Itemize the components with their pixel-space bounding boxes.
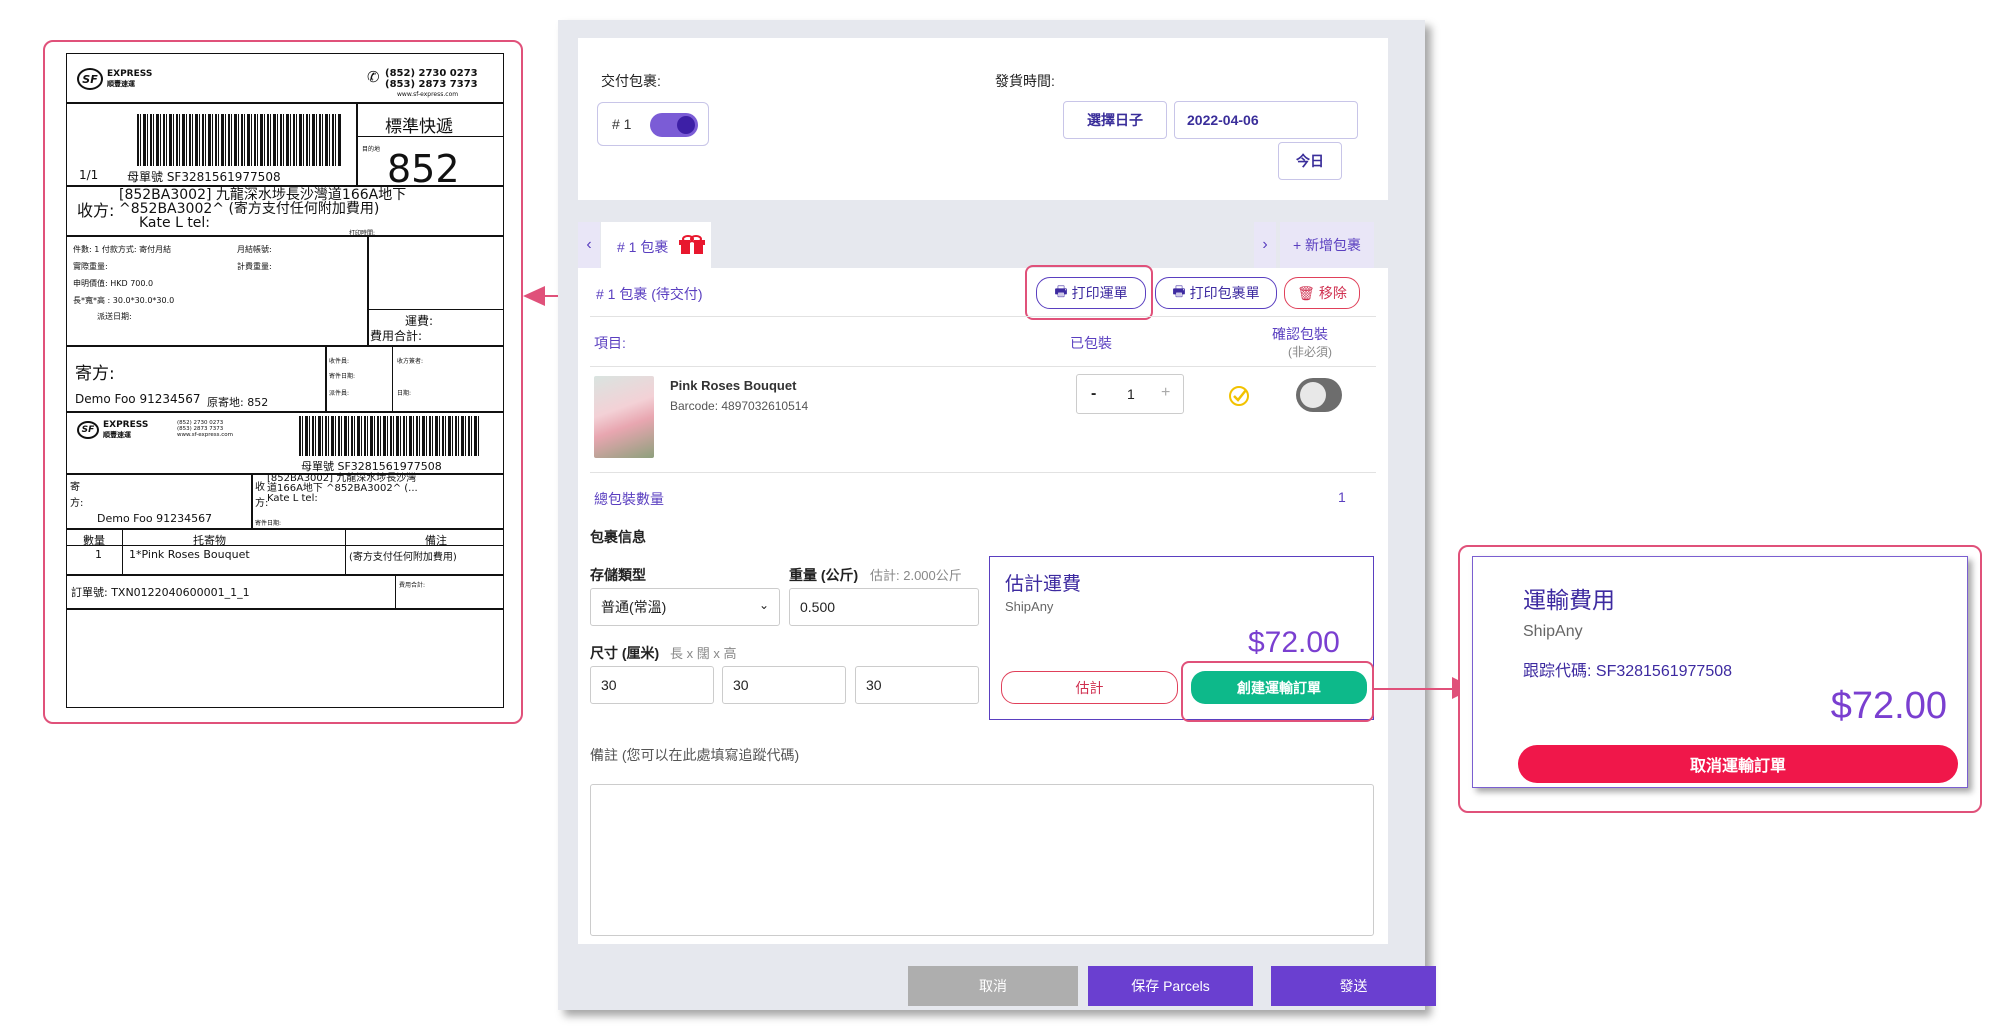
cancel-button[interactable]: 取消: [908, 966, 1078, 1006]
label-order-no: 訂單號: TXN0122040600001_1_1: [71, 586, 250, 599]
create-order-highlight: [1181, 661, 1374, 722]
product-name: Pink Roses Bouquet: [670, 378, 797, 393]
product-image: [594, 376, 654, 458]
label-page: 1/1: [79, 168, 99, 182]
shipping-cost-card: 運輸費用 ShipAny 跟踪代碼: SF3281561977508 $72.0…: [1472, 556, 1968, 788]
storage-type-select[interactable]: 普通(常溫) ⌄: [590, 588, 780, 626]
qty-value: 1: [1127, 386, 1135, 402]
label-master-no: 母單號 SF3281561977508: [127, 170, 281, 184]
print-parcel-button[interactable]: 🖶 打印包裹單: [1155, 277, 1277, 309]
label-recipient: [852BA3002] 九龍深水埗長沙灣道166A地下 ^852BA3002^ …: [119, 187, 407, 231]
send-button[interactable]: 發送: [1271, 966, 1436, 1006]
size-hint: 長 x 闊 x 高: [670, 646, 737, 661]
parcel-info-heading: 包裹信息: [590, 529, 646, 545]
storage-type-label: 存儲類型: [590, 567, 646, 583]
print-waybill-highlight: [1025, 265, 1153, 320]
gift-box-icon: [679, 235, 705, 254]
tab-next-arrow[interactable]: ›: [1254, 222, 1276, 268]
printer-icon: 🖶: [1172, 283, 1186, 299]
waybill-barcode: [137, 114, 342, 166]
today-button[interactable]: 今日: [1278, 142, 1342, 180]
weight-input[interactable]: 0.500: [789, 588, 979, 626]
size-height-input[interactable]: 30: [855, 666, 979, 704]
confirm-pack-toggle[interactable]: [1296, 378, 1342, 412]
remark-textarea[interactable]: [590, 784, 1374, 936]
qty-minus-button[interactable]: -: [1091, 385, 1096, 403]
qty-plus-button[interactable]: +: [1161, 384, 1170, 402]
phone-icon: ✆: [367, 68, 380, 86]
total-qty-label: 總包裝數量: [594, 491, 664, 507]
size-label: 尺寸 (厘米): [590, 645, 660, 661]
save-parcels-button[interactable]: 保存 Parcels: [1088, 966, 1253, 1006]
size-length-input[interactable]: 30: [590, 666, 714, 704]
tab-prev-arrow[interactable]: ‹: [578, 222, 600, 268]
label-service: 標準快遞: [385, 117, 453, 137]
tracking-code: 跟踪代碼: SF3281561977508: [1523, 663, 1733, 680]
chevron-down-icon: ⌄: [758, 598, 769, 612]
date-field[interactable]: 2022-04-06: [1174, 101, 1358, 139]
quantity-stepper[interactable]: - 1 +: [1076, 374, 1184, 414]
choose-date-button[interactable]: 選擇日子: [1063, 101, 1167, 139]
col-confirm-header: 確認包裝: [1272, 326, 1328, 342]
size-width-input[interactable]: 30: [722, 666, 846, 704]
estimate-provider: ShipAny: [1005, 599, 1054, 614]
label-phones: (852) 2730 0273 (853) 2873 7373: [385, 68, 478, 90]
label-sender-name: Demo Foo 91234567: [75, 392, 201, 406]
weight-hint: 估計: 2.000公斤: [870, 568, 962, 583]
estimate-title: 估計運費: [1005, 574, 1082, 595]
remove-button[interactable]: 🗑 移除: [1284, 277, 1360, 309]
estimate-button[interactable]: 估計: [1001, 671, 1178, 704]
waybill-barcode-small: [299, 416, 479, 456]
weight-label: 重量 (公斤): [789, 567, 859, 583]
col-item-header: 項目:: [594, 335, 626, 351]
tab-parcel-1[interactable]: # 1 包裹: [601, 222, 711, 268]
estimate-price: $72.00: [1248, 626, 1340, 659]
parcel-toggle-switch[interactable]: [650, 113, 698, 137]
trash-icon: 🗑: [1297, 284, 1315, 301]
add-parcel-button[interactable]: + 新增包裹: [1280, 222, 1374, 268]
cost-title: 運輸費用: [1523, 587, 1615, 613]
parcel-toggle-box[interactable]: # 1: [597, 102, 709, 146]
col-packed-header: 已包裝: [1070, 335, 1112, 351]
remark-label: 備註 (您可以在此處填寫追蹤代碼): [590, 747, 800, 763]
arrow-head-left-icon: [523, 286, 545, 306]
label-website: www.sf-express.com: [397, 91, 459, 98]
total-qty-value: 1: [1338, 489, 1346, 505]
deliver-label: 交付包裹:: [601, 73, 661, 89]
packed-check-icon: [1229, 386, 1249, 406]
arrow-to-cost: [1374, 688, 1454, 690]
sf-express-logo-small: SF EXPRESS 順豐速運: [77, 420, 148, 440]
cost-provider: ShipAny: [1523, 623, 1583, 640]
cancel-shipping-order-button[interactable]: 取消運輸訂單: [1518, 745, 1958, 783]
parcel-title: # 1 包裹 (待交付): [596, 286, 703, 302]
waybill-label: SF EXPRESS 順豐速運 ✆ (852) 2730 0273 (853) 28…: [66, 53, 504, 708]
product-barcode: Barcode: 4897032610514: [670, 399, 809, 413]
cost-price: $72.00: [1830, 685, 1947, 727]
ship-time-label: 發貨時間:: [995, 73, 1055, 89]
sf-express-logo: SF EXPRESS 順豐速運: [77, 68, 152, 90]
